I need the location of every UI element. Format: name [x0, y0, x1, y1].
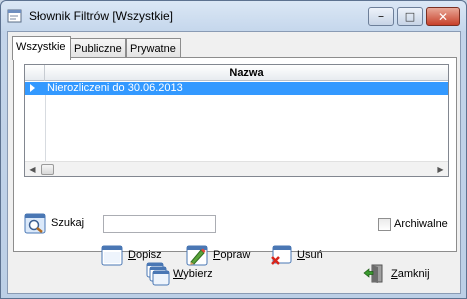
- scroll-left-icon[interactable]: ◀: [25, 162, 40, 176]
- table-row[interactable]: Nierozliczeni do 30.06.2013: [25, 82, 448, 95]
- add-icon[interactable]: [101, 245, 123, 266]
- filter-dictionary-window: Słownik Filtrów [Wszystkie] – □ ✕ Wszyst…: [0, 0, 467, 299]
- select-label: ybierz: [183, 268, 213, 280]
- grid-column-divider: [45, 95, 46, 161]
- select-button[interactable]: Wybierz: [173, 268, 213, 280]
- close-icon: ✕: [437, 9, 449, 24]
- search-input[interactable]: [103, 215, 216, 233]
- delete-label: suń: [304, 249, 323, 261]
- close-dialog-button[interactable]: Zamknij: [391, 268, 430, 280]
- window-title: Słownik Filtrów [Wszystkie]: [29, 9, 174, 23]
- tab-label: Wszystkie: [16, 41, 66, 53]
- select-icon[interactable]: [146, 262, 170, 286]
- horizontal-scrollbar[interactable]: ◀ ▶: [25, 161, 448, 176]
- select-hotkey: W: [173, 268, 184, 280]
- search-label: Szukaj: [51, 217, 85, 229]
- row-name-cell: Nierozliczeni do 30.06.2013: [47, 82, 183, 94]
- archive-checkbox[interactable]: [378, 218, 391, 231]
- close-label: amknij: [397, 268, 430, 280]
- minimize-icon: –: [378, 11, 384, 22]
- delete-button[interactable]: Usuń: [297, 249, 323, 261]
- tab-wszystkie[interactable]: Wszystkie: [12, 36, 71, 60]
- tab-panel: Nazwa Nierozliczeni do 30.06.2013 ◀ ▶ Sz…: [13, 57, 457, 266]
- scroll-right-icon[interactable]: ▶: [433, 162, 448, 176]
- grid-header: Nazwa: [25, 65, 448, 81]
- maximize-button[interactable]: □: [397, 7, 423, 26]
- edit-button[interactable]: Popraw: [213, 249, 250, 261]
- edit-label: opraw: [220, 249, 251, 261]
- column-header-nazwa[interactable]: Nazwa: [45, 67, 448, 79]
- maximize-icon: □: [404, 10, 416, 23]
- delete-icon[interactable]: [270, 245, 292, 266]
- archive-label[interactable]: Archiwalne: [394, 218, 448, 230]
- add-button[interactable]: Dopisz: [128, 249, 162, 261]
- add-hotkey: D: [128, 249, 136, 261]
- close-hotkey: Z: [391, 268, 398, 280]
- tab-label: Prywatne: [130, 43, 176, 55]
- scrollbar-thumb[interactable]: [41, 164, 54, 175]
- exit-icon[interactable]: [363, 263, 385, 284]
- row-selector-header: [25, 65, 45, 81]
- row-indicator-icon: [30, 84, 35, 92]
- edit-icon[interactable]: [186, 245, 208, 266]
- delete-hotkey: U: [297, 249, 305, 261]
- tab-label: Publiczne: [74, 43, 122, 55]
- close-button[interactable]: ✕: [426, 7, 460, 26]
- filter-grid[interactable]: Nazwa Nierozliczeni do 30.06.2013 ◀ ▶: [24, 64, 449, 177]
- dialog-body: Wszystkie Publiczne Prywatne Nazwa Niero…: [7, 31, 461, 294]
- add-label: opisz: [135, 249, 162, 261]
- title-bar[interactable]: Słownik Filtrów [Wszystkie] – □ ✕: [1, 1, 466, 31]
- minimize-button[interactable]: –: [368, 7, 394, 26]
- app-icon: [7, 9, 22, 23]
- search-icon[interactable]: [24, 213, 46, 234]
